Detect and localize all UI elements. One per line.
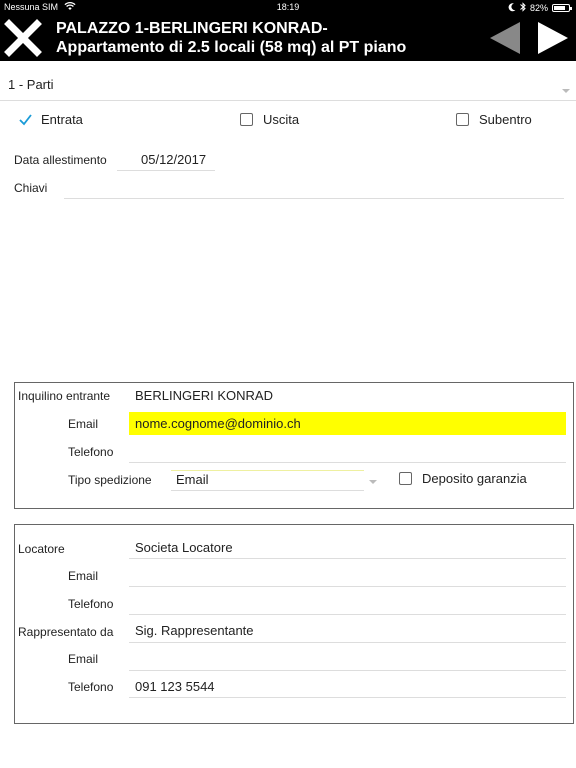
checkbox-subentro-box[interactable] <box>456 113 469 126</box>
divider <box>129 614 566 615</box>
page-title-line1: PALAZZO 1-BERLINGERI KONRAD- <box>56 20 328 37</box>
checkbox-deposito-box[interactable] <box>399 472 412 485</box>
checkbox-uscita-label: Uscita <box>263 112 300 127</box>
checkbox-uscita-box[interactable] <box>240 113 253 126</box>
divider <box>117 170 215 171</box>
inquilino-email-field[interactable]: nome.cognome@dominio.ch <box>135 416 301 431</box>
battery-fill <box>554 6 566 10</box>
data-allestimento-field[interactable]: 05/12/2017 <box>141 152 206 167</box>
parti-select[interactable]: 1 - Parti <box>0 61 576 101</box>
inquilino-email-label: Email <box>68 417 99 431</box>
checkbox-entrata-box[interactable] <box>18 113 32 126</box>
tipo-spedizione-select[interactable]: Email <box>176 472 209 487</box>
title-bar: PALAZZO 1-BERLINGERI KONRAD- Appartament… <box>0 15 576 61</box>
locatore-label: Locatore <box>18 542 65 556</box>
divider <box>171 490 364 491</box>
checkbox-deposito-label: Deposito garanzia <box>422 471 527 486</box>
checkbox-entrata-label: Entrata <box>41 112 83 127</box>
divider <box>171 470 364 471</box>
arrow-left-icon[interactable] <box>488 21 522 55</box>
rappresentato-email-label: Email <box>68 652 99 666</box>
checkbox-entrata[interactable]: Entrata <box>18 112 83 127</box>
arrow-right-icon[interactable] <box>536 21 570 55</box>
chevron-down-icon <box>562 89 570 93</box>
checkbox-subentro-label: Subentro <box>479 112 532 127</box>
divider <box>129 586 566 587</box>
locatore-name-field[interactable]: Societa Locatore <box>135 540 233 555</box>
divider <box>129 697 566 698</box>
inquilino-telefono-label: Telefono <box>68 445 114 459</box>
rappresentato-telefono-label: Telefono <box>68 680 114 694</box>
tipo-spedizione-label: Tipo spedizione <box>68 473 152 487</box>
moon-icon <box>508 2 516 14</box>
divider <box>129 670 566 671</box>
checkbox-deposito[interactable]: Deposito garanzia <box>399 471 527 486</box>
chevron-down-icon <box>369 480 377 484</box>
inquilino-name: BERLINGERI KONRAD <box>135 388 273 403</box>
battery-percent: 82% <box>529 3 548 13</box>
checkbox-subentro[interactable]: Subentro <box>456 112 532 127</box>
rappresentato-label: Rappresentato da <box>18 625 114 639</box>
divider <box>129 462 566 463</box>
page-title-line2: Appartamento di 2.5 locali (58 mq) al PT… <box>56 39 407 56</box>
divider <box>64 198 564 199</box>
bluetooth-icon <box>520 2 526 14</box>
data-allestimento-label: Data allestimento <box>14 153 107 167</box>
parti-select-value: 1 - Parti <box>8 77 54 92</box>
status-right: 82% <box>508 2 572 14</box>
divider <box>129 558 566 559</box>
rappresentato-telefono-field[interactable]: 091 123 5544 <box>135 679 215 694</box>
status-time: 18:19 <box>276 2 300 12</box>
chiavi-label: Chiavi <box>14 181 48 195</box>
locatore-telefono-label: Telefono <box>68 597 114 611</box>
divider <box>129 642 566 643</box>
locatore-email-label: Email <box>68 569 99 583</box>
status-bar: Nessuna SIM 18:19 82% <box>0 0 576 15</box>
checkbox-uscita[interactable]: Uscita <box>240 112 299 127</box>
close-icon[interactable] <box>4 19 42 57</box>
inquilino-label: Inquilino entrante <box>18 389 111 403</box>
battery-icon <box>552 4 572 12</box>
locatore-section <box>14 524 574 724</box>
rappresentato-field[interactable]: Sig. Rappresentante <box>135 623 254 638</box>
